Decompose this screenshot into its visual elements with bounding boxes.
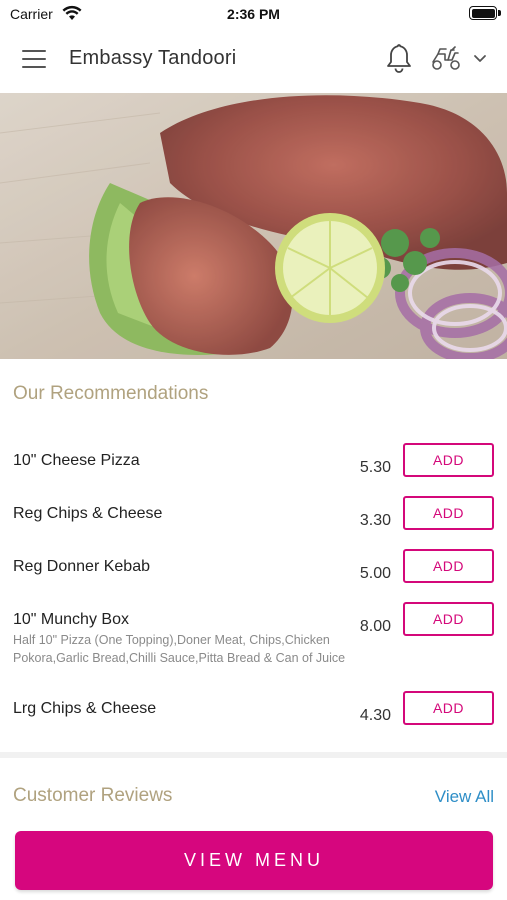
recommendations-title: Our Recommendations [13,383,209,404]
item-price: 3.30 [359,512,391,529]
item-name: Lrg Chips & Cheese [13,700,157,717]
menu-icon[interactable] [22,50,48,70]
item-name: Reg Donner Kebab [13,558,150,575]
add-button[interactable]: ADD [403,549,494,583]
item-name: 10" Munchy Box [13,611,129,628]
item-price: 5.00 [359,565,391,582]
add-button[interactable]: ADD [403,602,494,636]
add-button[interactable]: ADD [403,443,494,477]
reviews-title: Customer Reviews [13,785,173,806]
add-button[interactable]: ADD [403,496,494,530]
tandoori-food-illustration [0,93,507,359]
restaurant-title: Embassy Tandoori [69,47,237,69]
item-name: 10" Cheese Pizza [13,452,140,469]
battery-icon [469,6,497,20]
app-header: Embassy Tandoori [0,28,507,92]
section-divider [0,752,507,758]
item-description: Half 10" Pizza (One Topping),Doner Meat,… [13,633,346,665]
item-price: 8.00 [359,618,391,635]
bell-icon[interactable] [384,42,414,74]
view-all-reviews-link[interactable]: View All [435,787,494,807]
clock-time: 2:36 PM [227,6,280,22]
view-menu-button[interactable]: VIEW MENU [15,831,493,890]
battery-tip [498,10,501,16]
status-bar: Carrier 2:36 PM [0,0,507,28]
item-price: 5.30 [359,459,391,476]
hero-image [0,93,507,359]
scooter-icon[interactable] [430,44,492,74]
item-name: Reg Chips & Cheese [13,505,163,522]
item-price: 4.30 [359,707,391,724]
chevron-down-icon [474,55,486,62]
add-button[interactable]: ADD [403,691,494,725]
